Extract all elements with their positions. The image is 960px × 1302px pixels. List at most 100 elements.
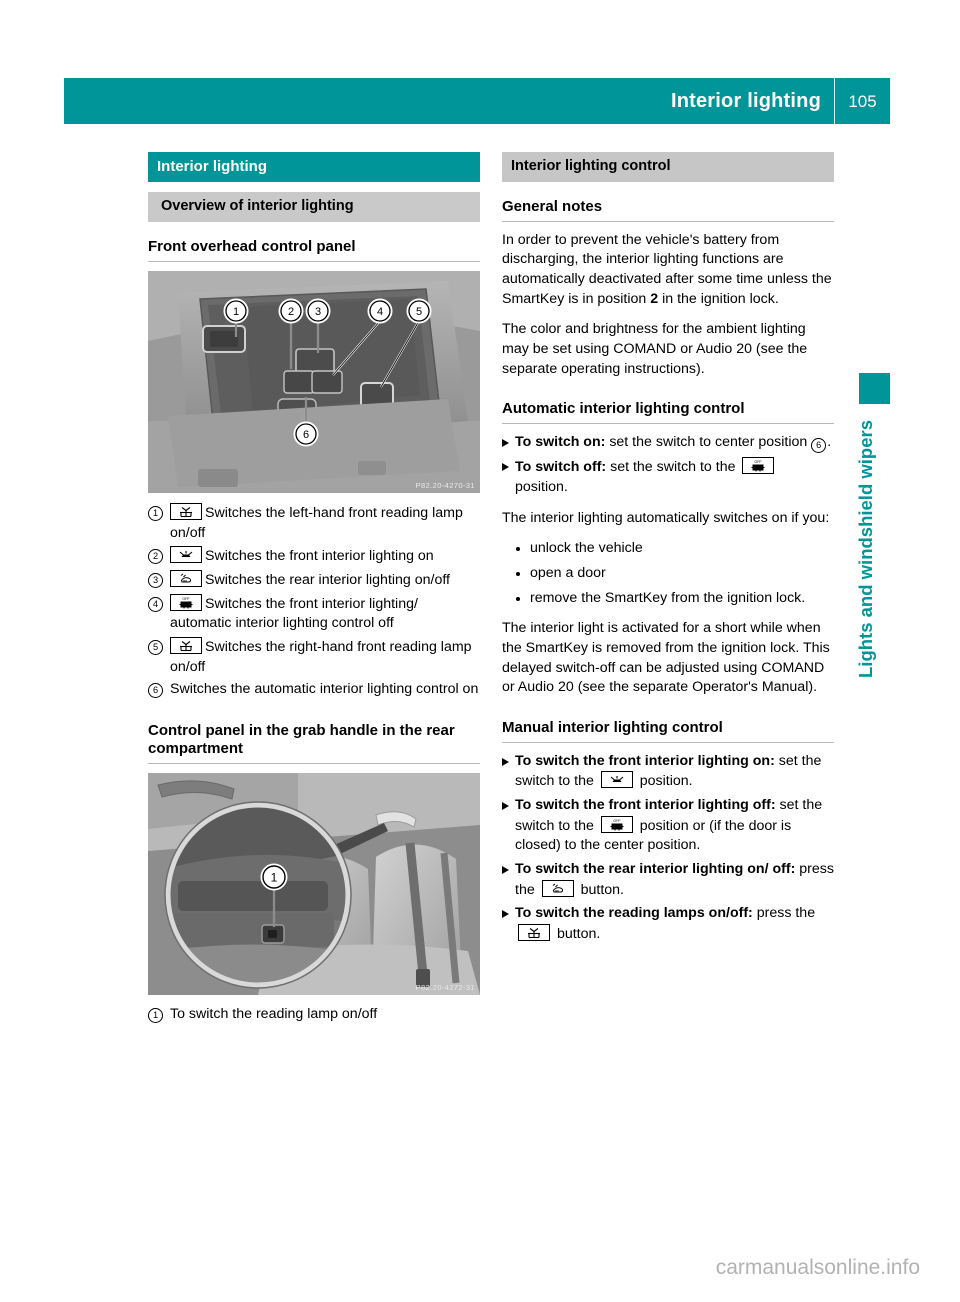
step-text-part: set the switch to the	[606, 459, 740, 476]
section-banner-interior-lighting-control: Interior lighting control	[502, 152, 834, 182]
reading-lamp-icon	[170, 636, 202, 654]
legend-item: 2 Switches the front interior lighting o…	[148, 546, 480, 567]
legend-item-text: Switches the automatic interior lighting…	[170, 681, 479, 698]
legend-item: 1 To switch the reading lamp on/off	[148, 1005, 480, 1025]
callout-number: 4	[148, 596, 163, 612]
heading-control-panel-grab-handle: Control panel in the grab handle in the …	[148, 721, 455, 757]
site-watermark: carmanualsonline.info	[715, 1256, 920, 1279]
paragraph-battery-note: In order to prevent the vehicle's batter…	[502, 231, 834, 310]
svg-text:3: 3	[315, 306, 321, 318]
step-item: To switch the front interior lighting of…	[502, 796, 834, 856]
section-banner-interior-lighting: Interior lighting	[148, 152, 480, 183]
paragraph-text-part: in the ignition lock.	[658, 290, 779, 307]
paragraph-ambient-lighting: The color and brightness for the ambient…	[502, 321, 808, 377]
heading-general-notes: General notes	[502, 197, 603, 215]
svg-text:6: 6	[303, 429, 309, 441]
legend-item-text: Switches the left-hand front reading lam…	[170, 502, 480, 543]
svg-text:OFF: OFF	[755, 460, 763, 464]
callout-number: 1	[148, 505, 163, 521]
step-item: To switch on: set the switch to center p…	[502, 433, 834, 454]
heading-rule	[148, 762, 480, 764]
legend-item: 1 Switches the left-hand front reading l…	[148, 502, 480, 543]
list-item: open a door	[516, 564, 834, 584]
callout-number-inline: 6	[811, 438, 827, 454]
svg-text:1: 1	[233, 306, 239, 318]
step-arrow-icon	[502, 802, 509, 811]
callout-number: 5	[148, 639, 163, 655]
svg-text:1: 1	[271, 870, 278, 884]
step-text: To switch on: set the switch to center p…	[515, 433, 834, 454]
rear-interior-light-icon	[170, 569, 202, 587]
paragraph-delayed-switch-off: The interior light is activated for a sh…	[502, 620, 830, 696]
page-title: Interior lighting	[670, 90, 821, 112]
svg-text:OFF: OFF	[182, 597, 190, 601]
steps-manual-control: To switch the front interior lighting on…	[502, 752, 834, 945]
step-text: To switch the front interior lighting of…	[515, 796, 834, 856]
step-arrow-icon	[502, 757, 509, 766]
callout-number: 1	[148, 1007, 163, 1023]
step-text-part: button.	[553, 926, 601, 943]
legend-item-text: OFF Switches the front interior lighting…	[170, 593, 480, 634]
step-label: To switch on:	[515, 434, 606, 451]
legend-text-value: Switches the left-hand front reading lam…	[170, 504, 463, 541]
svg-text:2: 2	[288, 306, 294, 318]
step-label: To switch off:	[515, 459, 607, 476]
legend-text-value: Switches the front interior lighting on	[205, 548, 434, 565]
step-text: To switch the front interior lighting on…	[515, 752, 834, 792]
heading-rule	[502, 220, 834, 222]
figure-grab-handle-control-panel: 1 P82.20-4272-31	[148, 772, 480, 995]
step-item: To switch the rear interior lighting on/…	[502, 860, 834, 900]
list-item: unlock the vehicle	[516, 539, 834, 559]
overhead-panel-illustration: 1 2 3 4 5 6	[148, 270, 480, 493]
step-item: To switch the front interior lighting on…	[502, 752, 834, 792]
figure-reference-code: P82.20-4272-31	[415, 982, 475, 992]
legend-item: 5 Switches the right-hand front reading …	[148, 636, 480, 677]
legend-text-value: Switches the right-hand front reading la…	[170, 638, 472, 675]
legend-item-text: Switches the right-hand front reading la…	[170, 636, 480, 677]
left-column: Interior lighting Overview of interior l…	[148, 152, 480, 1030]
legend-item-text: To switch the reading lamp on/off	[170, 1005, 378, 1022]
steps-automatic-control: To switch on: set the switch to center p…	[502, 433, 834, 497]
step-item: To switch off: set the switch to the OFF…	[502, 457, 834, 497]
bullet-list-auto-triggers: unlock the vehicle open a door remove th…	[502, 539, 834, 608]
step-arrow-icon	[502, 463, 509, 472]
subsection-banner-overview: Overview of interior lighting	[148, 192, 480, 222]
legend-item-text: Switches the front interior lighting on	[170, 546, 480, 567]
heading-automatic-interior-lighting-control: Automatic interior lighting control	[502, 400, 745, 418]
step-text-part: .	[827, 434, 832, 451]
heading-rule	[502, 423, 834, 425]
step-text-part: position.	[515, 478, 568, 495]
smartkey-position-value: 2	[650, 290, 659, 307]
heading-front-overhead-control-panel: Front overhead control panel	[148, 237, 356, 255]
step-text-part: position.	[635, 773, 693, 790]
header-divider	[834, 78, 835, 124]
step-label: To switch the reading lamps on/off:	[515, 905, 753, 922]
legend-item: 6 Switches the automatic interior lighti…	[148, 680, 480, 700]
interior-light-off-icon: OFF	[600, 815, 633, 833]
chapter-tab-marker	[859, 373, 890, 404]
paragraph-auto-switch-on: The interior lighting automatically swit…	[502, 509, 830, 526]
grab-handle-illustration: 1	[148, 772, 480, 995]
callout-number: 6	[148, 683, 163, 699]
svg-text:4: 4	[377, 306, 383, 318]
step-label: To switch the front interior lighting on…	[515, 752, 775, 769]
chapter-tab-label-wrap: Lights and windshield wipers	[855, 420, 877, 770]
step-text: To switch off: set the switch to the OFF…	[515, 457, 834, 497]
step-text: To switch the reading lamps on/off: pres…	[515, 904, 834, 944]
heading-rule	[148, 260, 480, 262]
legend-item-text: Switches the rear interior lighting on/o…	[170, 569, 480, 591]
step-label: To switch the front interior lighting of…	[515, 797, 776, 814]
reading-lamp-icon	[518, 924, 550, 942]
step-label: To switch the rear interior lighting on/…	[515, 861, 796, 878]
legend-list-overhead-panel: 1 Switches the left-hand front reading l…	[148, 502, 480, 700]
figure-front-overhead-control-panel: 1 2 3 4 5 6 P82.20-4270-31	[148, 270, 480, 493]
page-number: 105	[848, 91, 877, 111]
interior-light-on-icon	[600, 771, 633, 789]
chapter-tab-label: Lights and windshield wipers	[855, 420, 876, 678]
callout-number: 3	[148, 572, 163, 588]
heading-manual-interior-lighting-control: Manual interior lighting control	[502, 718, 723, 736]
step-arrow-icon	[502, 910, 509, 919]
step-item: To switch the reading lamps on/off: pres…	[502, 904, 834, 944]
legend-item: 4 OFF Switches the front interior lighti…	[148, 593, 480, 634]
figure-reference-code: P82.20-4270-31	[415, 480, 475, 490]
